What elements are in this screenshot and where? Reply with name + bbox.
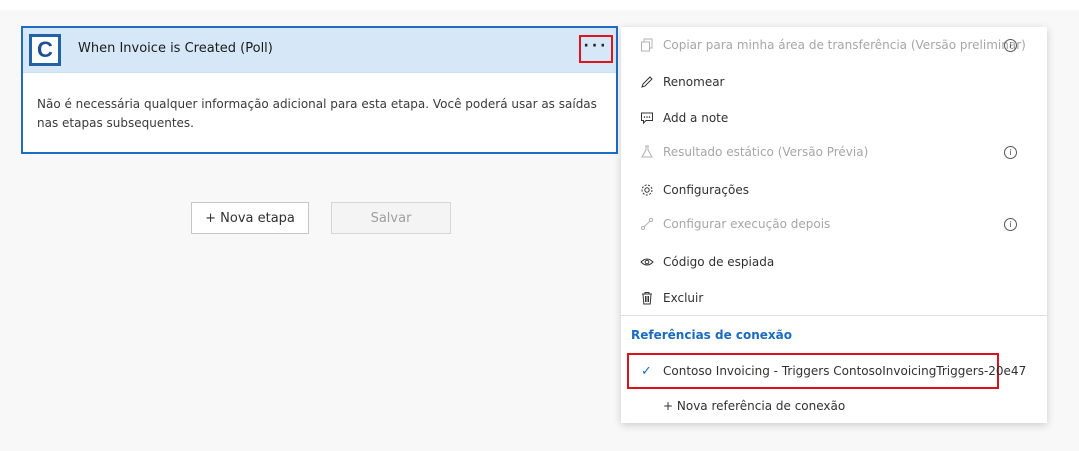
trash-icon bbox=[639, 290, 655, 306]
flask-icon bbox=[639, 144, 655, 160]
connection-reference-item[interactable]: ✓ Contoso Invoicing - Triggers ContosoIn… bbox=[627, 353, 1026, 389]
trigger-description: Não é necessária qualquer informação adi… bbox=[37, 97, 597, 130]
menu-item-run-after[interactable]: Configurar execução depois i bbox=[621, 209, 1047, 239]
info-icon[interactable]: i bbox=[1004, 145, 1017, 159]
connection-references-heading: Referências de conexão bbox=[631, 328, 793, 342]
menu-item-static-result[interactable]: Resultado estático (Versão Prévia) i bbox=[621, 137, 1047, 167]
context-menu: Copiar para minha área de transferência … bbox=[621, 27, 1047, 423]
new-step-button[interactable]: + Nova etapa bbox=[191, 202, 309, 234]
menu-item-settings[interactable]: Configurações bbox=[621, 175, 1047, 205]
copy-icon bbox=[639, 37, 655, 53]
menu-item-label: Resultado estático (Versão Prévia) bbox=[663, 145, 869, 159]
pencil-icon bbox=[639, 74, 655, 90]
eye-icon bbox=[639, 254, 655, 270]
trigger-card[interactable]: C When Invoice is Created (Poll) ··· Não… bbox=[21, 26, 618, 154]
trigger-card-header[interactable]: C When Invoice is Created (Poll) ··· bbox=[23, 28, 616, 73]
menu-divider bbox=[621, 315, 1047, 316]
comment-icon bbox=[639, 110, 655, 126]
checkmark-icon: ✓ bbox=[641, 363, 652, 379]
top-bar bbox=[0, 0, 1079, 10]
menu-item-label: Configurar execução depois bbox=[663, 217, 831, 231]
ellipsis-icon: ··· bbox=[583, 38, 609, 54]
menu-item-label: Renomear bbox=[663, 75, 725, 89]
menu-item-label: Configurações bbox=[663, 183, 749, 197]
menu-item-label: Código de espiada bbox=[663, 255, 775, 269]
new-connection-reference-link[interactable]: + Nova referência de conexão bbox=[663, 399, 845, 413]
menu-item-label: Copiar para minha área de transferência … bbox=[663, 38, 1026, 52]
trigger-title: When Invoice is Created (Poll) bbox=[78, 41, 273, 56]
menu-item-add-note[interactable]: Add a note bbox=[621, 103, 1047, 133]
menu-item-copy[interactable]: Copiar para minha área de transferência … bbox=[621, 30, 1047, 60]
info-icon[interactable]: i bbox=[1004, 38, 1017, 52]
info-icon[interactable]: i bbox=[1004, 217, 1017, 231]
connector-logo-letter: C bbox=[32, 37, 58, 63]
menu-item-peek-code[interactable]: Código de espiada bbox=[621, 247, 1047, 277]
more-options-button[interactable]: ··· bbox=[579, 35, 613, 63]
menu-item-label: Add a note bbox=[663, 111, 729, 125]
menu-item-label: Excluir bbox=[663, 291, 704, 305]
connection-reference-label: Contoso Invoicing - Triggers ContosoInvo… bbox=[663, 364, 1027, 378]
menu-item-delete[interactable]: Excluir bbox=[621, 283, 1047, 313]
menu-item-rename[interactable]: Renomear bbox=[621, 67, 1047, 97]
save-button[interactable]: Salvar bbox=[331, 202, 451, 234]
gear-icon bbox=[639, 182, 655, 198]
connector-logo: C bbox=[29, 34, 61, 66]
run-after-icon bbox=[639, 216, 655, 232]
